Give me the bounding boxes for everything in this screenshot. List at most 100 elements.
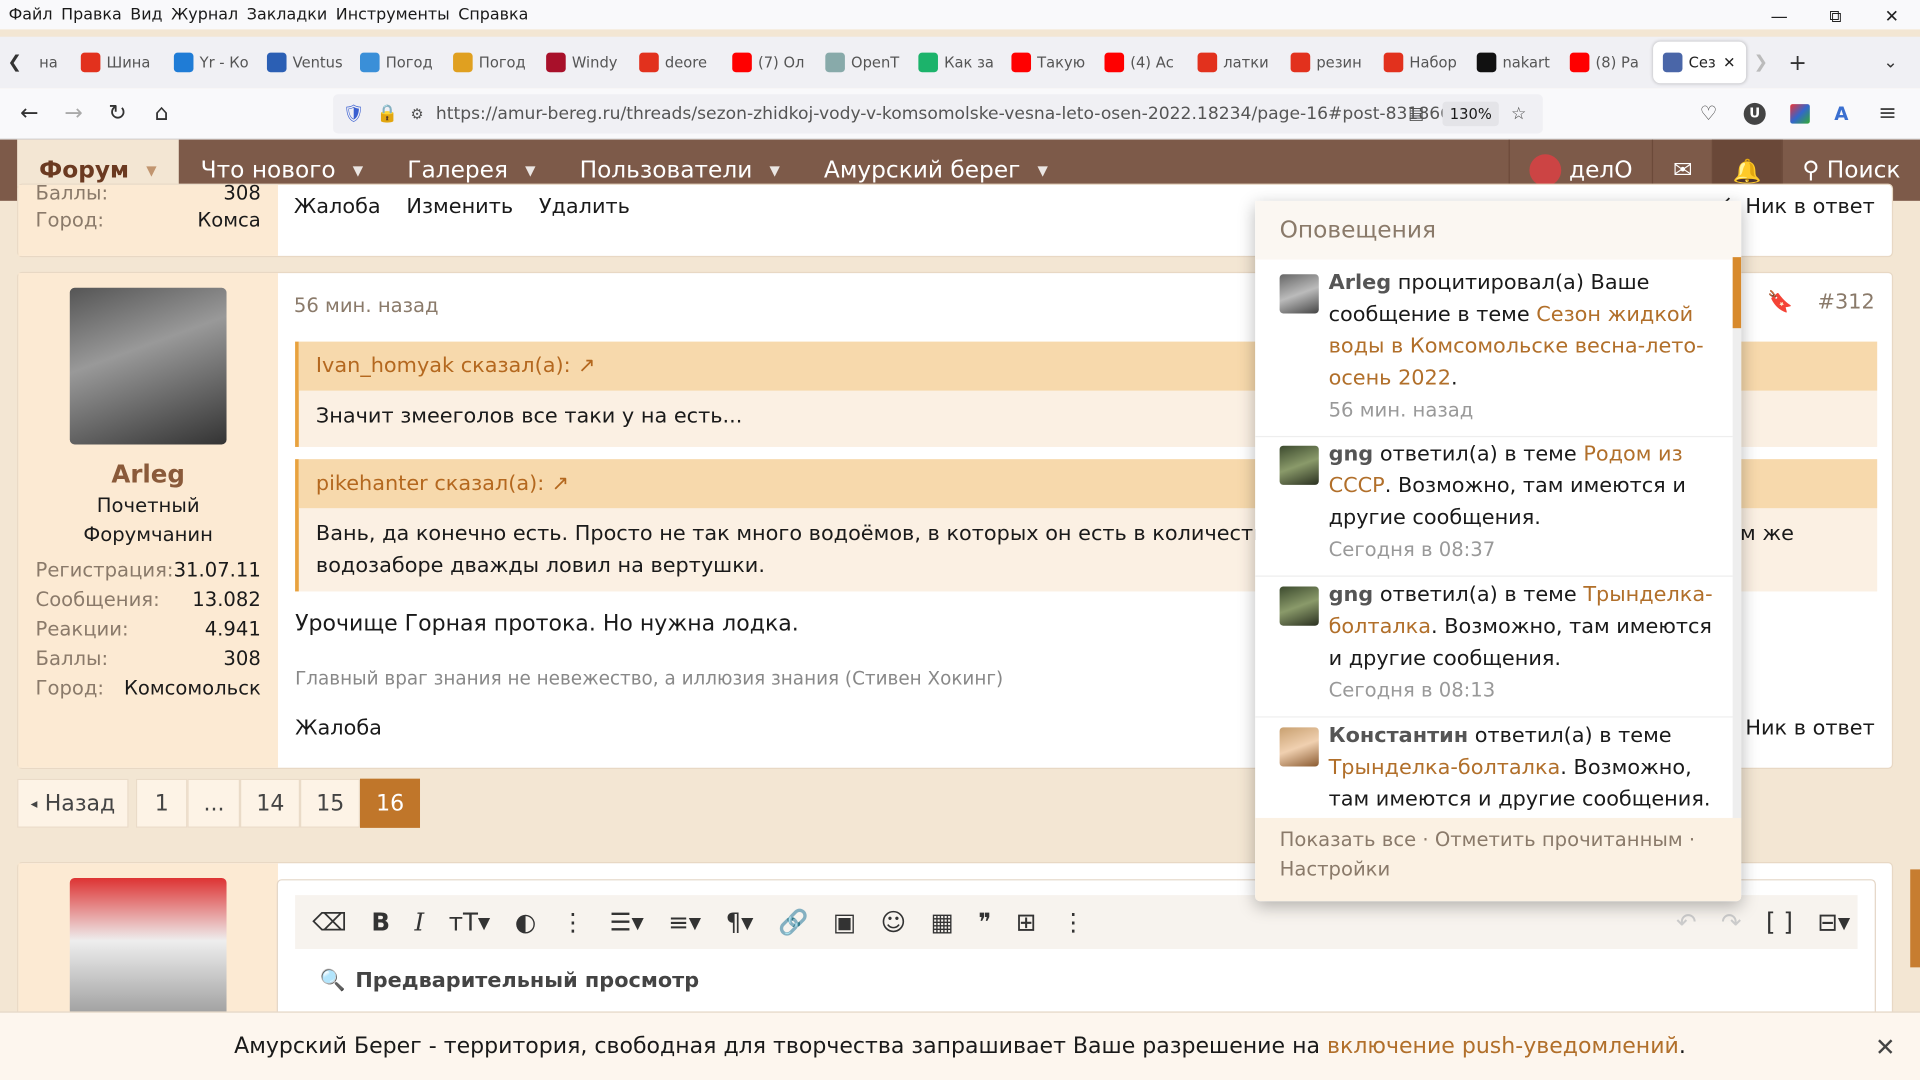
- undo-icon[interactable]: ↶: [1676, 907, 1697, 936]
- font-size-icon[interactable]: тТ▾: [449, 907, 491, 936]
- pager-ellipsis[interactable]: ...: [187, 778, 241, 828]
- tab[interactable]: Ventus: [257, 42, 350, 84]
- redo-icon[interactable]: ↷: [1721, 907, 1742, 936]
- chevron-down-icon[interactable]: ▼: [353, 162, 363, 178]
- tab[interactable]: на: [29, 42, 71, 84]
- bookmark-star-icon[interactable]: ☆: [1511, 104, 1526, 124]
- chevron-down-icon[interactable]: ▼: [769, 162, 779, 178]
- tab[interactable]: Yr - Ко: [164, 42, 257, 84]
- palette-icon[interactable]: ◐: [515, 907, 536, 936]
- delete-link[interactable]: Удалить: [539, 195, 630, 219]
- tab[interactable]: Такую: [1002, 42, 1095, 84]
- list-icon[interactable]: ☰▾: [610, 907, 644, 936]
- reply-nick-link[interactable]: ↰ Ник в ответ: [1721, 195, 1874, 219]
- edit-link[interactable]: Изменить: [406, 195, 513, 219]
- menu-view[interactable]: Вид: [130, 6, 162, 24]
- settings-link[interactable]: Настройки: [1280, 857, 1391, 880]
- mark-read-link[interactable]: Отметить прочитанным: [1435, 828, 1683, 851]
- close-window-button[interactable]: ✕: [1864, 0, 1920, 34]
- reader-view-icon[interactable]: ▤: [1408, 104, 1424, 124]
- emoji-icon[interactable]: ☺: [881, 907, 907, 936]
- pager-page-current[interactable]: 16: [360, 778, 421, 828]
- alert-item[interactable]: Константин ответил(а) в теме Трынделка-б…: [1255, 713, 1733, 826]
- post-number[interactable]: #312: [1818, 290, 1875, 314]
- tab[interactable]: Windy: [536, 42, 629, 84]
- tab-active[interactable]: Сез ✕: [1653, 41, 1747, 84]
- bbcode-icon[interactable]: [ ]: [1766, 907, 1793, 936]
- italic-icon[interactable]: I: [415, 907, 425, 936]
- bookmark-icon[interactable]: 🔖: [1767, 290, 1793, 314]
- tab[interactable]: (4) Ас: [1095, 42, 1188, 84]
- menu-history[interactable]: Журнал: [171, 6, 238, 24]
- report-link[interactable]: Жалоба: [294, 195, 381, 219]
- tab[interactable]: (8) Ра: [1560, 42, 1653, 84]
- pocket-icon[interactable]: ♡: [1700, 102, 1718, 125]
- page-scrollbar-thumb[interactable]: [1910, 869, 1920, 968]
- chevron-down-icon[interactable]: ▼: [1038, 162, 1048, 178]
- back-icon[interactable]: ←: [7, 94, 51, 133]
- menu-bookmarks[interactable]: Закладки: [247, 6, 327, 24]
- tab[interactable]: латки: [1188, 42, 1281, 84]
- tab-scroll-right-icon[interactable]: ❯: [1746, 43, 1775, 82]
- report-link[interactable]: Жалоба: [295, 716, 382, 740]
- shield-icon[interactable]: 🛡: [343, 104, 365, 124]
- image-icon[interactable]: ▣: [833, 907, 856, 936]
- alerts-scrollbar[interactable]: [1732, 257, 1742, 823]
- close-icon[interactable]: ✕: [1875, 1032, 1896, 1061]
- media-icon[interactable]: ▦: [931, 907, 954, 936]
- pager-page[interactable]: 1: [136, 778, 188, 828]
- tab[interactable]: OpenT: [816, 42, 909, 84]
- reply-nick-link[interactable]: ↰ Ник в ответ: [1721, 716, 1874, 740]
- show-all-link[interactable]: Показать все: [1280, 828, 1417, 851]
- align-icon[interactable]: ≡▾: [668, 907, 701, 936]
- post-time[interactable]: 56 мин. назад: [294, 294, 439, 317]
- scrollbar-thumb[interactable]: [1732, 257, 1742, 329]
- tab[interactable]: Погод: [443, 42, 536, 84]
- tab[interactable]: deore: [629, 42, 722, 84]
- home-icon[interactable]: ⌂: [140, 94, 184, 133]
- menu-edit[interactable]: Правка: [61, 6, 122, 24]
- tab[interactable]: Набор: [1374, 42, 1467, 84]
- chevron-down-icon[interactable]: ▼: [525, 162, 535, 178]
- translate-icon[interactable]: A: [1834, 102, 1848, 124]
- menu-help[interactable]: Справка: [458, 6, 528, 24]
- menu-file[interactable]: Файл: [9, 6, 53, 24]
- alert-user[interactable]: Константин: [1329, 724, 1469, 748]
- tab-scroll-left-icon[interactable]: ❮: [0, 43, 29, 82]
- reload-icon[interactable]: ↻: [96, 94, 140, 133]
- alert-user[interactable]: gng: [1329, 442, 1374, 466]
- tab-close-icon[interactable]: ✕: [1723, 54, 1735, 71]
- minimize-button[interactable]: —: [1751, 0, 1807, 34]
- bold-icon[interactable]: B: [371, 907, 390, 936]
- url-text[interactable]: https://amur-bereg.ru/threads/sezon-zhid…: [436, 104, 1451, 124]
- eraser-icon[interactable]: ⌫: [312, 907, 347, 936]
- pager-page[interactable]: 14: [240, 778, 301, 828]
- permissions-icon[interactable]: ⚙: [410, 105, 423, 122]
- tab[interactable]: резин: [1281, 42, 1374, 84]
- alert-user[interactable]: gng: [1329, 583, 1374, 607]
- forward-icon[interactable]: →: [51, 94, 95, 133]
- paragraph-icon[interactable]: ¶▾: [726, 907, 754, 936]
- app-menu-icon[interactable]: ≡: [1878, 100, 1896, 126]
- alert-item[interactable]: gng ответил(а) в теме Родом из СССР. Воз…: [1255, 431, 1733, 577]
- url-bar[interactable]: 🛡 🔒 ⚙ https://amur-bereg.ru/threads/sezo…: [333, 94, 1543, 134]
- chevron-down-icon[interactable]: ▼: [146, 162, 156, 178]
- save-draft-icon[interactable]: ⊟▾: [1817, 907, 1850, 936]
- new-tab-button[interactable]: +: [1776, 43, 1820, 82]
- tab[interactable]: nakart: [1467, 42, 1560, 84]
- pager-back-button[interactable]: ◂ Назад: [17, 778, 129, 828]
- more-icon[interactable]: ⋮: [1061, 907, 1085, 936]
- quote-icon[interactable]: ❞: [978, 907, 991, 936]
- restore-button[interactable]: ⧉: [1807, 0, 1863, 34]
- tab[interactable]: Погод: [350, 42, 443, 84]
- tab[interactable]: Шина: [71, 42, 164, 84]
- lock-icon[interactable]: 🔒: [377, 104, 398, 124]
- alert-user[interactable]: Arleg: [1329, 271, 1392, 295]
- alert-item[interactable]: gng ответил(а) в теме Трынделка-болталка…: [1255, 572, 1733, 718]
- tab[interactable]: (7) Ол: [722, 42, 815, 84]
- alert-thread-link[interactable]: Трынделка-болталка: [1329, 756, 1561, 780]
- more-options-icon[interactable]: ⋮: [561, 907, 585, 936]
- ublock-icon[interactable]: U: [1743, 102, 1766, 125]
- link-icon[interactable]: 🔗: [778, 907, 808, 936]
- push-enable-link[interactable]: включение push-уведомлений: [1327, 1033, 1679, 1059]
